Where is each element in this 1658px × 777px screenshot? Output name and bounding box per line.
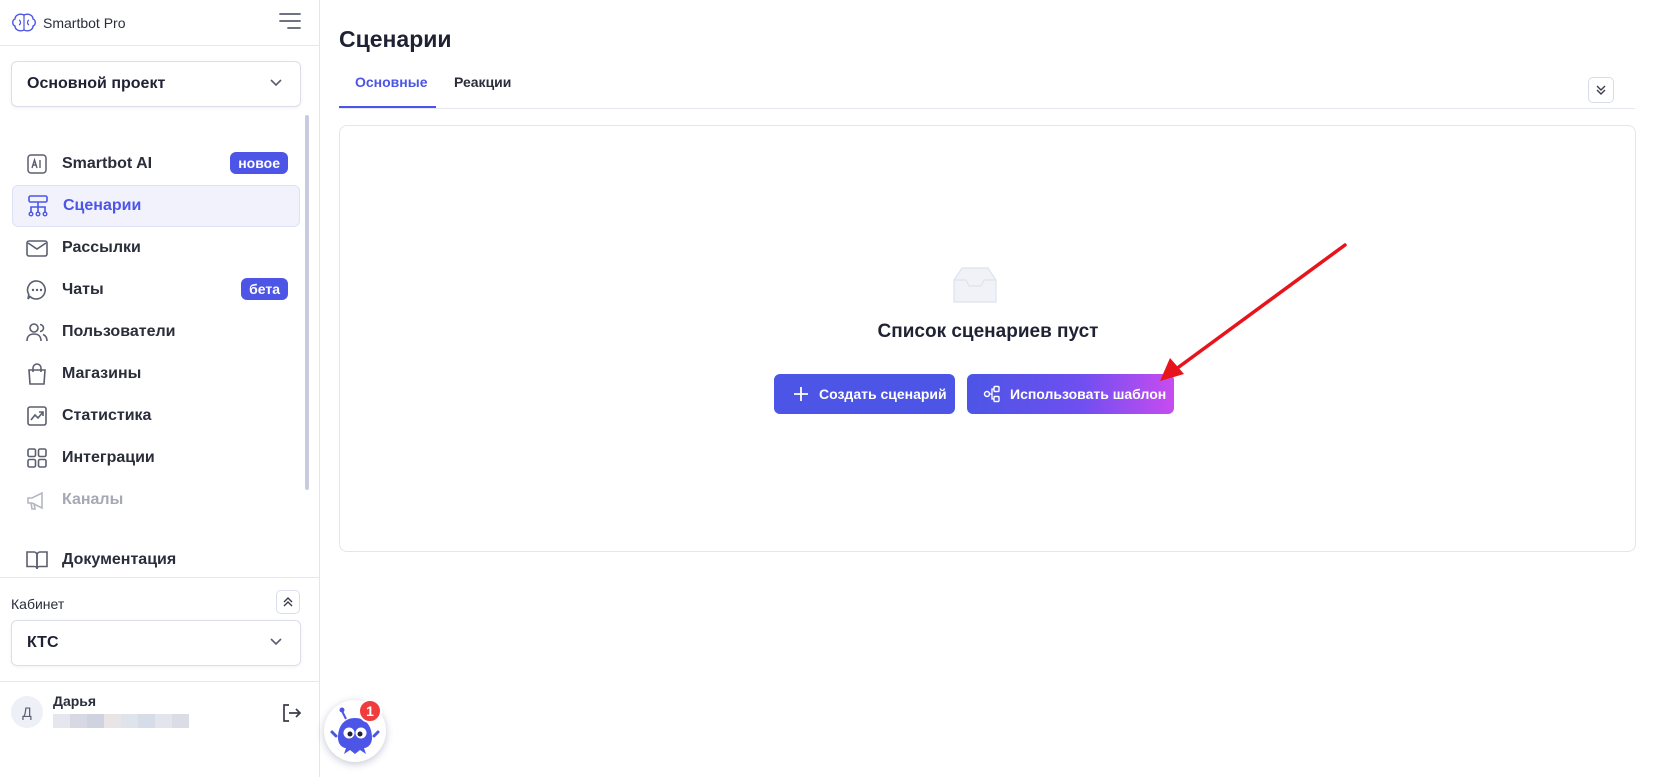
app-name: Smartbot Pro (43, 15, 126, 31)
double-chevron-down-icon (1596, 85, 1606, 95)
brain-logo-icon (12, 13, 36, 32)
sidebar-item-shops[interactable]: Магазины (12, 353, 300, 395)
create-scenario-label: Создать сценарий (819, 386, 947, 402)
template-nodes-icon (983, 385, 1001, 403)
chat-icon (25, 278, 49, 302)
cabinet-select[interactable]: КТС (11, 620, 301, 666)
active-tab-indicator (339, 106, 436, 108)
sidebar-item-label: Рассылки (62, 239, 141, 256)
divider (0, 45, 319, 46)
notification-badge: 1 (358, 699, 382, 723)
user-name: Дарья (53, 693, 97, 709)
create-scenario-button[interactable]: Создать сценарий (774, 374, 955, 414)
expand-button[interactable] (1588, 77, 1614, 103)
sidebar-item-label: Сценарии (63, 197, 142, 214)
use-template-label: Использовать шаблон (1010, 386, 1167, 402)
mail-icon (25, 236, 49, 260)
stats-icon (25, 404, 49, 428)
sidebar-item-chats[interactable]: Чаты бета (12, 269, 300, 311)
collapse-button[interactable] (276, 590, 300, 614)
beta-badge: бета (241, 278, 288, 300)
sidebar-item-integrations[interactable]: Интеграции (12, 437, 300, 479)
sidebar-item-label: Интеграции (62, 449, 155, 466)
sidebar-scrollbar[interactable] (305, 115, 309, 490)
empty-state-text: Список сценариев пуст (877, 321, 1099, 342)
tab-reactions[interactable]: Реакции (454, 72, 511, 108)
use-template-button[interactable]: Использовать шаблон (967, 374, 1174, 414)
scenarios-icon (26, 194, 50, 218)
plus-icon (792, 385, 810, 403)
cabinet-select-value: КТС (27, 634, 59, 651)
brand[interactable]: Smartbot Pro (11, 8, 125, 38)
double-chevron-up-icon (283, 597, 293, 607)
ai-icon (25, 152, 49, 176)
integrations-icon (25, 446, 49, 470)
sidebar: Smartbot Pro Основной проект Smartbot AI… (0, 0, 320, 777)
menu-toggle-icon[interactable] (279, 12, 301, 30)
user-profile: Д Дарья (11, 693, 311, 737)
tabs-divider (339, 108, 1635, 109)
project-select-value: Основной проект (27, 75, 166, 92)
chevron-down-icon (270, 638, 282, 646)
divider (0, 681, 319, 682)
sidebar-item-label: Магазины (62, 365, 142, 382)
tab-main[interactable]: Основные (355, 72, 428, 108)
sidebar-item-label: Документация (62, 551, 177, 568)
user-email-redacted (53, 714, 189, 728)
sidebar-item-documentation[interactable]: Документация (12, 539, 300, 581)
project-select[interactable]: Основной проект (11, 61, 301, 107)
empty-inbox-icon (953, 267, 997, 303)
sidebar-item-scenarios[interactable]: Сценарии (12, 185, 300, 227)
chevron-down-icon (270, 79, 282, 87)
divider (0, 577, 319, 578)
avatar[interactable]: Д (11, 696, 43, 728)
sidebar-item-channels[interactable]: Каналы (12, 479, 300, 521)
sidebar-item-smartbot-ai[interactable]: Smartbot AI новое (12, 143, 300, 185)
logout-icon[interactable] (279, 701, 303, 725)
sidebar-item-label: Каналы (62, 491, 124, 508)
sidebar-item-statistics[interactable]: Статистика (12, 395, 300, 437)
page-title: Сценарии (339, 26, 452, 52)
megaphone-icon (25, 488, 49, 512)
shop-bag-icon (25, 362, 49, 386)
sidebar-item-label: Smartbot AI (62, 155, 153, 172)
sidebar-item-mailings[interactable]: Рассылки (12, 227, 300, 269)
book-icon (25, 548, 49, 572)
sidebar-item-label: Чаты (62, 281, 104, 298)
new-badge: новое (230, 152, 288, 174)
cabinet-label: Кабинет (11, 596, 65, 612)
sidebar-item-label: Статистика (62, 407, 152, 424)
